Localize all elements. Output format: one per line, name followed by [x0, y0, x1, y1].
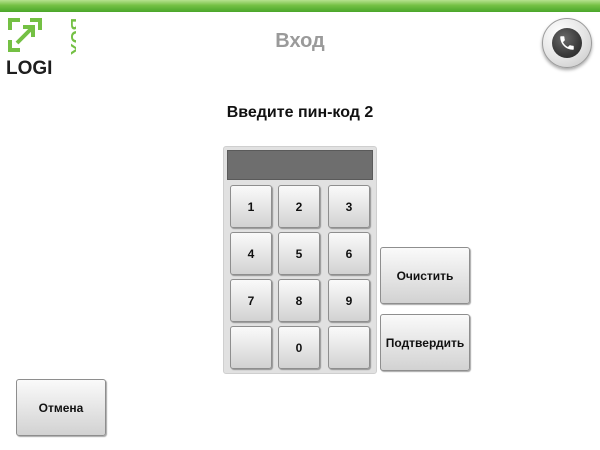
key-blank-left[interactable]	[230, 326, 272, 369]
key-5[interactable]: 5	[278, 232, 320, 275]
page-title: Вход	[275, 30, 325, 52]
clear-button[interactable]: Очистить	[380, 247, 470, 304]
phone-icon	[560, 36, 574, 50]
key-6[interactable]: 6	[328, 232, 370, 275]
pin-display	[227, 150, 373, 180]
logo-text-logi: LOGI	[6, 58, 52, 79]
key-0[interactable]: 0	[278, 326, 320, 369]
key-7[interactable]: 7	[230, 279, 272, 322]
call-support-button[interactable]	[542, 18, 592, 68]
key-blank-right[interactable]	[328, 326, 370, 369]
pin-prompt: Введите пин-код 2	[226, 104, 374, 121]
key-9[interactable]: 9	[328, 279, 370, 322]
cancel-button[interactable]: Отмена	[16, 379, 106, 436]
key-2[interactable]: 2	[278, 185, 320, 228]
top-accent-bar	[0, 0, 600, 12]
key-1[interactable]: 1	[230, 185, 272, 228]
confirm-button[interactable]: Подтвердить	[380, 314, 470, 371]
key-3[interactable]: 3	[328, 185, 370, 228]
key-4[interactable]: 4	[230, 232, 272, 275]
phone-icon-circle	[552, 28, 582, 58]
key-8[interactable]: 8	[278, 279, 320, 322]
